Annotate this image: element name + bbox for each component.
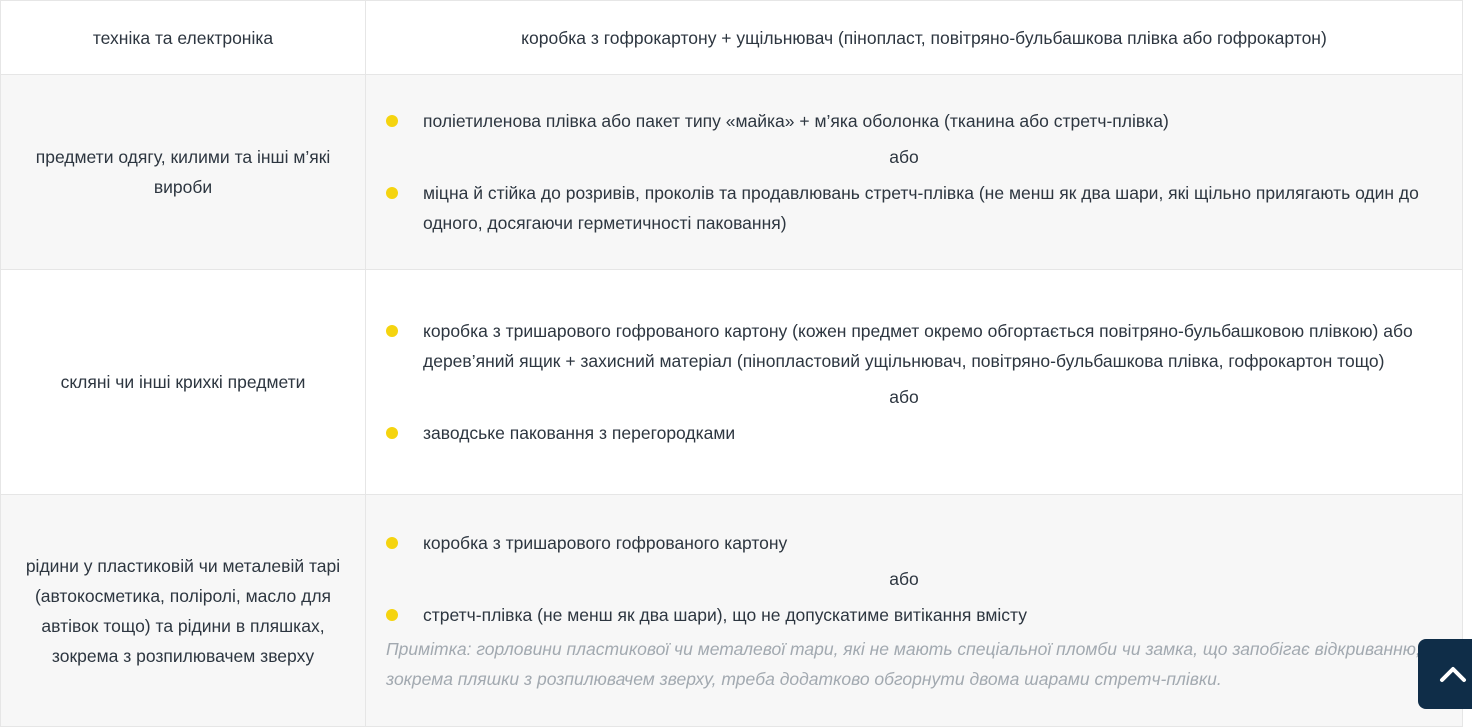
bullet-icon	[386, 325, 398, 337]
category-cell: скляні чи інші крихкі предмети	[0, 269, 366, 495]
table-row: рідини у пластиковій чи металевій тарі (…	[0, 494, 1463, 727]
bullet-icon	[386, 427, 398, 439]
packaging-cell: коробка з тришарового гофрованого картон…	[365, 494, 1463, 727]
category-cell: предмети одягу, килими та інші м’які вир…	[0, 74, 366, 270]
category-cell: рідини у пластиковій чи металевій тарі (…	[0, 494, 366, 727]
table-row: предмети одягу, килими та інші м’які вир…	[0, 74, 1463, 270]
list-item: коробка з тришарового гофрованого картон…	[386, 316, 1422, 376]
category-cell: техніка та електроніка	[0, 0, 366, 75]
chevron-up-icon	[1440, 667, 1466, 682]
scroll-to-top-button[interactable]	[1418, 639, 1472, 709]
packaging-cell: поліетиленова плівка або пакет типу «май…	[365, 74, 1463, 270]
packaging-cell: коробка з тришарового гофрованого картон…	[365, 269, 1463, 495]
list-item: стретч-плівка (не менш як два шари), що …	[386, 600, 1422, 630]
list-item: міцна й стійка до розривів, проколів та …	[386, 178, 1422, 238]
note-text: Примітка: горловини пластикової чи метал…	[386, 638, 1421, 689]
bullet-icon	[386, 187, 398, 199]
list-item: поліетиленова плівка або пакет типу «май…	[386, 106, 1422, 136]
or-separator: або	[889, 387, 919, 407]
list-item: коробка з тришарового гофрованого картон…	[386, 528, 1422, 558]
bullet-icon	[386, 115, 398, 127]
table-row: скляні чи інші крихкі предмети коробка з…	[0, 269, 1463, 495]
table-row: техніка та електроніка коробка з гофрока…	[0, 0, 1463, 75]
bullet-icon	[386, 536, 398, 549]
or-separator: або	[889, 147, 919, 167]
bullet-icon	[386, 608, 398, 621]
list-item: заводське паковання з перегородками	[386, 418, 1422, 448]
or-separator: або	[889, 568, 919, 589]
packaging-cell: коробка з гофрокартону + ущільнювач (пін…	[365, 0, 1463, 75]
packaging-table: техніка та електроніка коробка з гофрока…	[0, 0, 1463, 727]
